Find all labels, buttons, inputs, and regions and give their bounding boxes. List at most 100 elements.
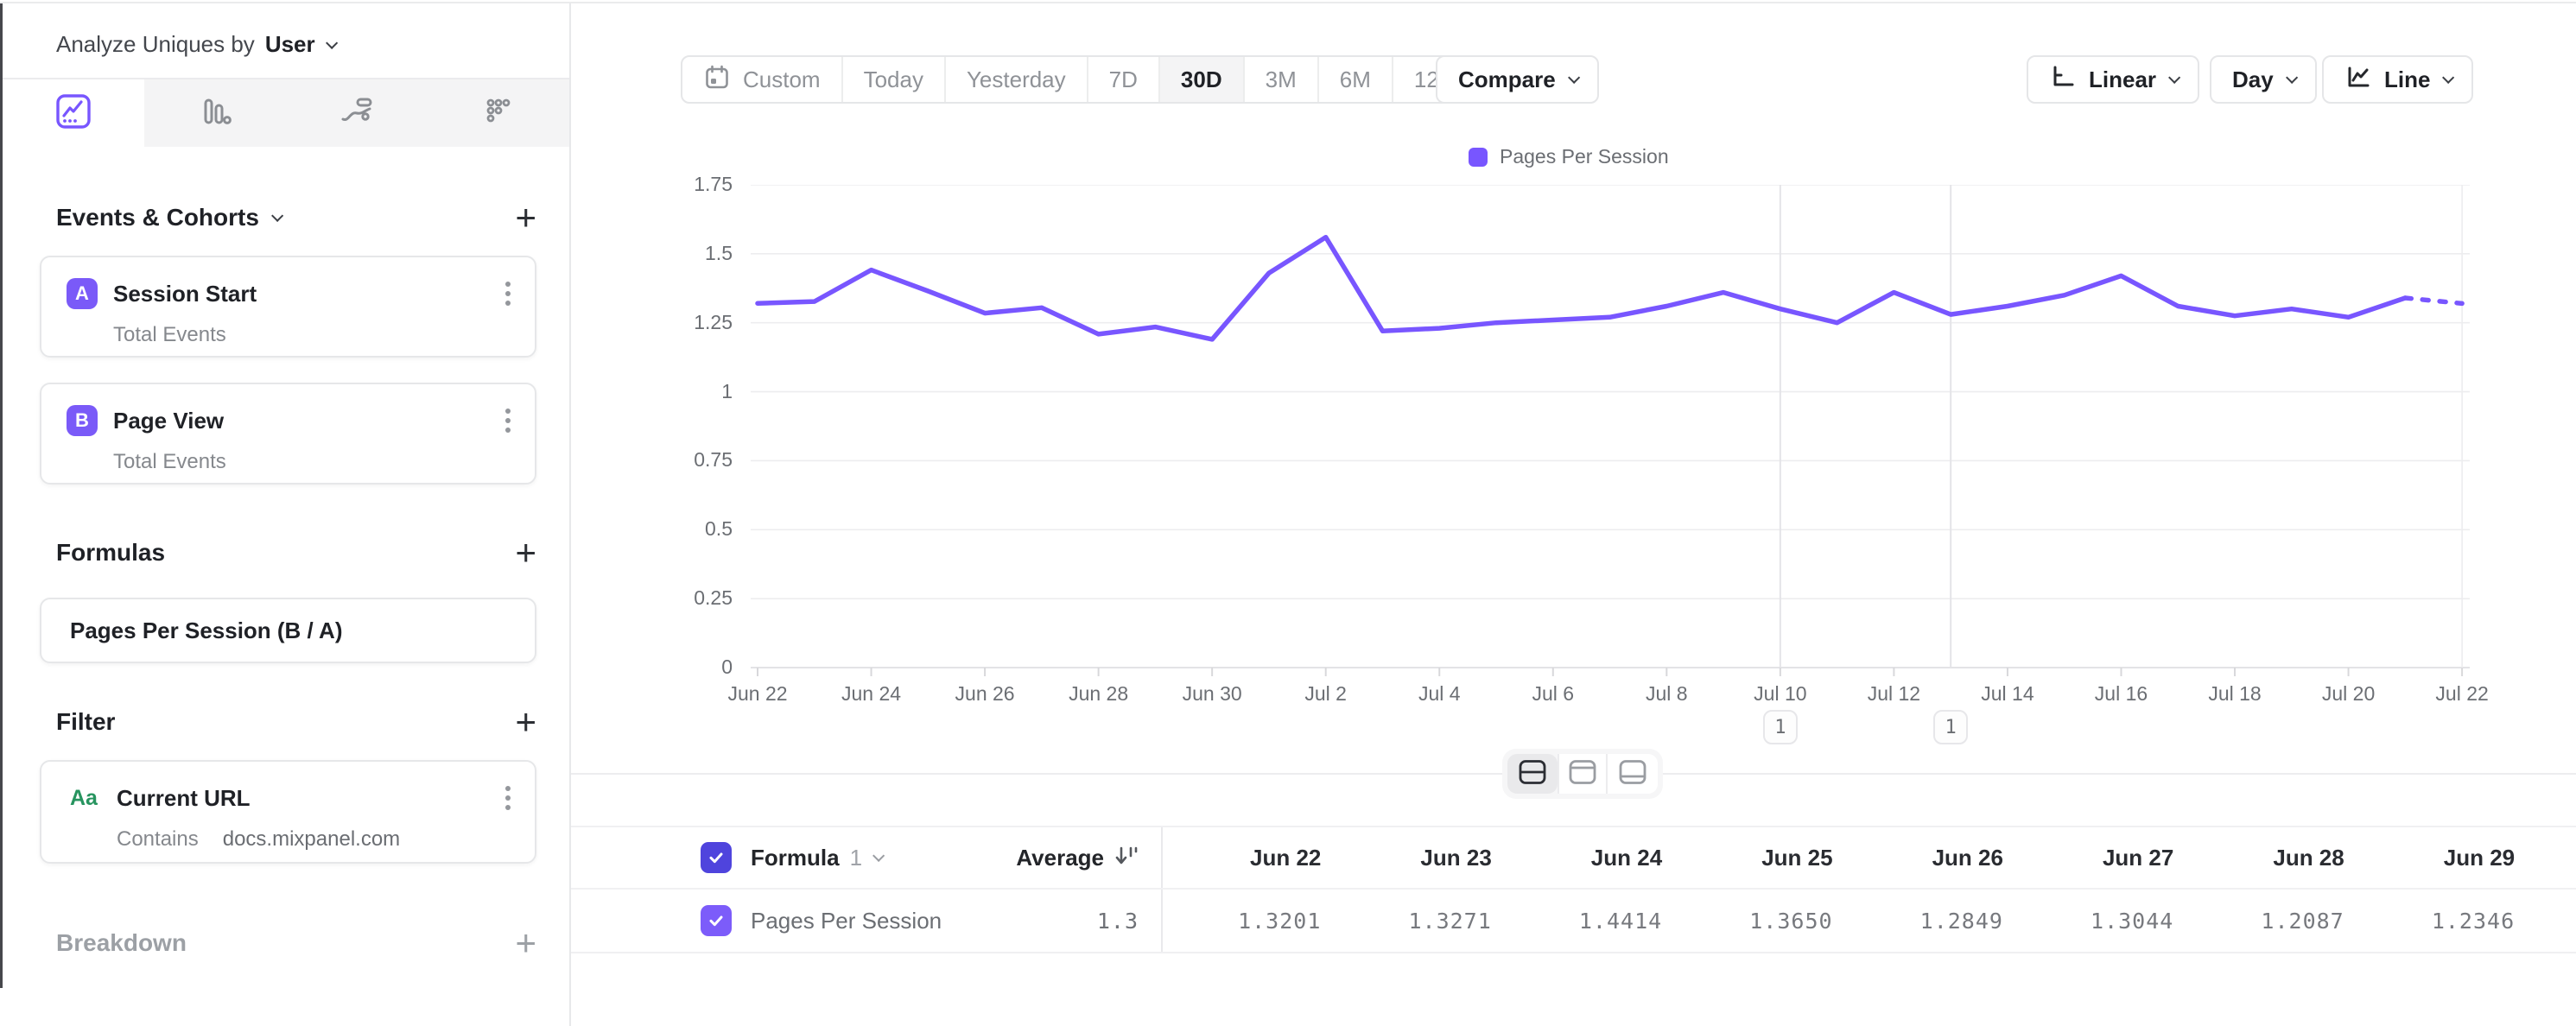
event-options-kebab-icon[interactable] bbox=[502, 405, 514, 436]
toggle-chart-only[interactable] bbox=[1558, 754, 1608, 794]
formula-card[interactable]: Pages Per Session (B / A) bbox=[40, 598, 536, 663]
toggle-split-view[interactable] bbox=[1507, 754, 1558, 794]
chart-svg bbox=[751, 185, 2470, 681]
range-option-custom[interactable]: Custom bbox=[682, 57, 843, 102]
date-column-header: Jun 29 bbox=[2357, 845, 2527, 871]
add-formula-button[interactable]: + bbox=[515, 535, 536, 571]
cell-value: 1.2087 bbox=[2186, 909, 2356, 934]
range-option-3m[interactable]: 3M bbox=[1245, 57, 1319, 102]
event-aggregation[interactable]: Total Events bbox=[113, 450, 226, 474]
date-range-control: CustomTodayYesterday7D30D3M6M12M bbox=[681, 55, 1480, 104]
event-badge-a: A bbox=[67, 278, 98, 309]
scale-label: Linear bbox=[2089, 66, 2156, 93]
y-tick-label: 1.5 bbox=[605, 242, 733, 265]
add-filter-button[interactable]: + bbox=[515, 704, 536, 740]
range-option-6m[interactable]: 6M bbox=[1319, 57, 1393, 102]
range-option-label: Yesterday bbox=[967, 66, 1066, 93]
event-card-session-start[interactable]: A Session Start Total Events bbox=[40, 256, 536, 358]
x-tick-label: Jul 2 bbox=[1304, 682, 1347, 706]
string-property-icon: Aa bbox=[70, 786, 117, 811]
annotation-badges: 11 bbox=[751, 710, 2470, 748]
view-layout-toggle bbox=[1502, 749, 1663, 799]
chart-legend: Pages Per Session bbox=[1469, 145, 1669, 168]
cell-value: 1.3650 bbox=[1674, 909, 1844, 934]
range-option-7d[interactable]: 7D bbox=[1088, 57, 1160, 102]
formulas-label: Formulas bbox=[56, 539, 165, 567]
x-tick-label: Jul 18 bbox=[2208, 682, 2261, 706]
analyze-row: Analyze Uniques by User bbox=[56, 31, 334, 58]
filter-operator[interactable]: Contains bbox=[117, 827, 199, 852]
x-tick-label: Jun 26 bbox=[955, 682, 1015, 706]
filter-property-name: Current URL bbox=[117, 785, 502, 812]
event-aggregation[interactable]: Total Events bbox=[113, 323, 226, 347]
annotation-badge[interactable]: 1 bbox=[1763, 710, 1798, 744]
insights-line-chart-icon bbox=[53, 91, 94, 136]
tab-bar-chart[interactable] bbox=[144, 79, 286, 147]
event-badge-b: B bbox=[67, 405, 98, 436]
range-option-yesterday[interactable]: Yesterday bbox=[946, 57, 1088, 102]
cell-value: 1.2849 bbox=[1845, 909, 2015, 934]
scale-linear-button[interactable]: Linear bbox=[2027, 55, 2199, 104]
formula-column-label: Formula bbox=[751, 845, 840, 871]
event-title: Session Start bbox=[113, 281, 502, 307]
cell-value: 1.3044 bbox=[2015, 909, 2186, 934]
table-row-left-pane: Pages Per Session 1.3 bbox=[571, 890, 1163, 952]
query-builder-sidebar: Analyze Uniques by User bbox=[3, 3, 571, 1026]
formulas-title: Formulas bbox=[56, 539, 165, 567]
tab-insights[interactable] bbox=[3, 79, 144, 147]
x-tick-label: Jun 24 bbox=[841, 682, 901, 706]
granularity-day-button[interactable]: Day bbox=[2210, 55, 2317, 104]
event-title: Page View bbox=[113, 408, 502, 434]
date-column-header: Jun 23 bbox=[1333, 845, 1503, 871]
table-data-row: Pages Per Session 1.3 1.32011.32711.4414… bbox=[571, 890, 2576, 953]
chart-only-icon bbox=[1568, 759, 1597, 789]
line-chart-icon bbox=[2344, 63, 2372, 97]
sort-descending-icon[interactable] bbox=[1113, 843, 1139, 873]
compare-button[interactable]: Compare bbox=[1436, 55, 1599, 104]
x-tick-label: Jun 22 bbox=[727, 682, 787, 706]
toggle-table-only[interactable] bbox=[1608, 754, 1658, 794]
tab-retention[interactable] bbox=[428, 79, 569, 147]
cell-value: 1.2346 bbox=[2357, 909, 2527, 934]
series-checkbox[interactable] bbox=[701, 905, 732, 936]
series-name: Pages Per Session bbox=[751, 908, 942, 934]
add-breakdown-button[interactable]: + bbox=[515, 925, 536, 961]
filter-options-kebab-icon[interactable] bbox=[502, 782, 514, 814]
line-chart-plot[interactable] bbox=[751, 185, 2470, 681]
filter-card-current-url[interactable]: Aa Current URL Contains docs.mixpanel.co… bbox=[40, 760, 536, 864]
x-tick-label: Jul 16 bbox=[2095, 682, 2148, 706]
date-column-header: Jun 28 bbox=[2186, 845, 2356, 871]
x-tick-label: Jul 14 bbox=[1981, 682, 2034, 706]
breakdown-title: Breakdown bbox=[56, 929, 187, 957]
range-option-label: Custom bbox=[743, 66, 821, 93]
filter-value[interactable]: docs.mixpanel.com bbox=[223, 827, 400, 852]
retention-grid-icon bbox=[478, 91, 519, 136]
cell-value: 1.3271 bbox=[1333, 909, 1503, 934]
chart-type-line-button[interactable]: Line bbox=[2322, 55, 2473, 104]
analyze-entity-dropdown[interactable]: User bbox=[265, 31, 334, 58]
y-tick-label: 0.5 bbox=[605, 517, 733, 541]
date-column-header: Jun 24 bbox=[1504, 845, 1674, 871]
range-option-today[interactable]: Today bbox=[843, 57, 946, 102]
date-column-values: 1.32011.32711.44141.36501.28491.30441.20… bbox=[1163, 909, 2527, 934]
chevron-down-icon bbox=[872, 850, 885, 862]
cell-value: 1.4414 bbox=[1504, 909, 1674, 934]
select-all-checkbox[interactable] bbox=[701, 842, 732, 873]
filter-label: Filter bbox=[56, 708, 115, 736]
add-event-button[interactable]: + bbox=[515, 200, 536, 236]
x-tick-label: Jul 4 bbox=[1418, 682, 1461, 706]
date-column-header: Jun 27 bbox=[2015, 845, 2186, 871]
range-option-30d[interactable]: 30D bbox=[1160, 57, 1245, 102]
y-tick-label: 0.75 bbox=[605, 448, 733, 472]
events-cohorts-title[interactable]: Events & Cohorts bbox=[56, 204, 280, 231]
formula-expression: Pages Per Session (B / A) bbox=[70, 618, 342, 644]
formula-column-dropdown[interactable]: Formula 1 bbox=[751, 845, 881, 871]
range-option-label: 7D bbox=[1109, 66, 1138, 93]
event-card-page-view[interactable]: B Page View Total Events bbox=[40, 383, 536, 484]
table-only-icon bbox=[1618, 759, 1647, 789]
event-options-kebab-icon[interactable] bbox=[502, 278, 514, 309]
flows-icon bbox=[336, 91, 378, 136]
annotation-badge[interactable]: 1 bbox=[1933, 710, 1968, 744]
tab-flows[interactable] bbox=[286, 79, 428, 147]
filter-section-header: Filter + bbox=[3, 703, 569, 741]
